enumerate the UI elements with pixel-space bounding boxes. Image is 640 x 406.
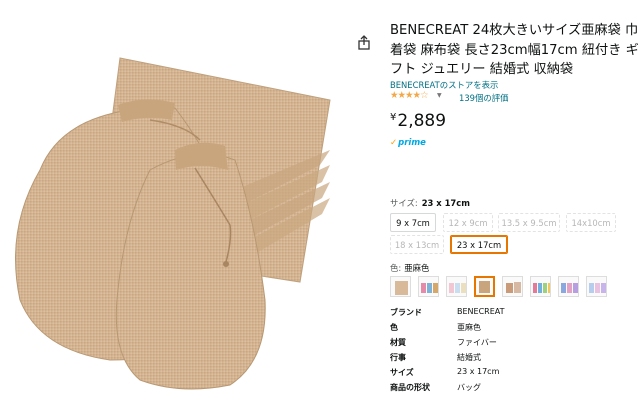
gift-bags-icon xyxy=(506,282,521,293)
burlap-bags-illustration xyxy=(15,57,331,390)
colorful-bags-icon xyxy=(533,283,550,293)
price: ¥2,889 xyxy=(390,111,446,131)
spec-value-brand: BENECREAT xyxy=(457,307,505,316)
product-image[interactable] xyxy=(0,0,380,402)
spec-key-material: 材質 xyxy=(390,338,406,347)
price-value: 2,889 xyxy=(397,111,447,131)
color-swatch-beige[interactable] xyxy=(390,276,411,297)
spec-key-occasion: 行事 xyxy=(390,353,406,362)
pastel-mix-bags-icon xyxy=(589,283,606,293)
size-option-18x13[interactable]: 18 x 13cm xyxy=(390,235,444,254)
color-selector-label: 色: 亜麻色 xyxy=(390,262,429,274)
size-selected-value: 23 x 17cm xyxy=(421,198,470,208)
pastel-bags-icon xyxy=(449,283,466,293)
color-swatch-pastel-mix[interactable] xyxy=(586,276,607,297)
color-swatch-blue-pink[interactable] xyxy=(558,276,579,297)
spec-key-brand: ブランド xyxy=(390,308,422,317)
spec-key-color: 色 xyxy=(390,323,398,332)
color-swatch-gift[interactable] xyxy=(502,276,523,297)
spec-value-occasion: 結婚式 xyxy=(457,353,481,362)
size-selector-label: サイズ: 23 x 17cm xyxy=(390,197,470,209)
spec-key-shape: 商品の形状 xyxy=(390,383,430,392)
spec-value-color: 亜麻色 xyxy=(457,323,481,332)
size-option-9x7[interactable]: 9 x 7cm xyxy=(390,213,436,232)
beige-bag-icon xyxy=(395,281,408,295)
spec-value-material: ファイバー xyxy=(457,338,497,347)
multicolor-bags-icon xyxy=(421,283,438,293)
size-option-23x17[interactable]: 23 x 17cm xyxy=(450,235,508,254)
share-icon[interactable] xyxy=(355,34,373,52)
prime-label: prime xyxy=(398,138,426,148)
currency-symbol: ¥ xyxy=(390,112,397,123)
rating-stars-icon[interactable]: ★★★★☆ xyxy=(390,90,429,101)
color-swatch-linen[interactable] xyxy=(474,276,495,297)
color-swatch-colorful[interactable] xyxy=(530,276,551,297)
size-option-12x9[interactable]: 12 x 9cm xyxy=(443,213,493,232)
color-selected-value: 亜麻色 xyxy=(404,263,430,273)
review-count-link[interactable]: 139個の評価 xyxy=(459,92,509,104)
size-option-14x10[interactable]: 14x10cm xyxy=(566,213,616,232)
product-info-panel: BENECREAT 24枚大きいサイズ亜麻袋 巾着袋 麻布袋 長さ23cm幅17… xyxy=(388,0,640,402)
size-label-text: サイズ: xyxy=(390,198,418,208)
chevron-down-icon[interactable]: ▼ xyxy=(437,92,442,99)
spec-value-shape: バッグ xyxy=(457,383,481,392)
spec-value-size: 23 x 17cm xyxy=(457,367,500,376)
color-swatch-multicolor[interactable] xyxy=(418,276,439,297)
product-title: BENECREAT 24枚大きいサイズ亜麻袋 巾着袋 麻布袋 長さ23cm幅17… xyxy=(390,23,639,77)
linen-bag-icon xyxy=(479,281,490,293)
size-option-13-5x9-5[interactable]: 13.5 x 9.5cm xyxy=(498,213,560,232)
color-label-text: 色: xyxy=(390,263,402,273)
prime-badge: ✓prime xyxy=(390,138,426,148)
color-swatch-pastel[interactable] xyxy=(446,276,467,297)
check-icon: ✓ xyxy=(390,138,398,148)
blue-pink-bags-icon xyxy=(561,283,578,293)
spec-key-size: サイズ xyxy=(390,368,414,377)
